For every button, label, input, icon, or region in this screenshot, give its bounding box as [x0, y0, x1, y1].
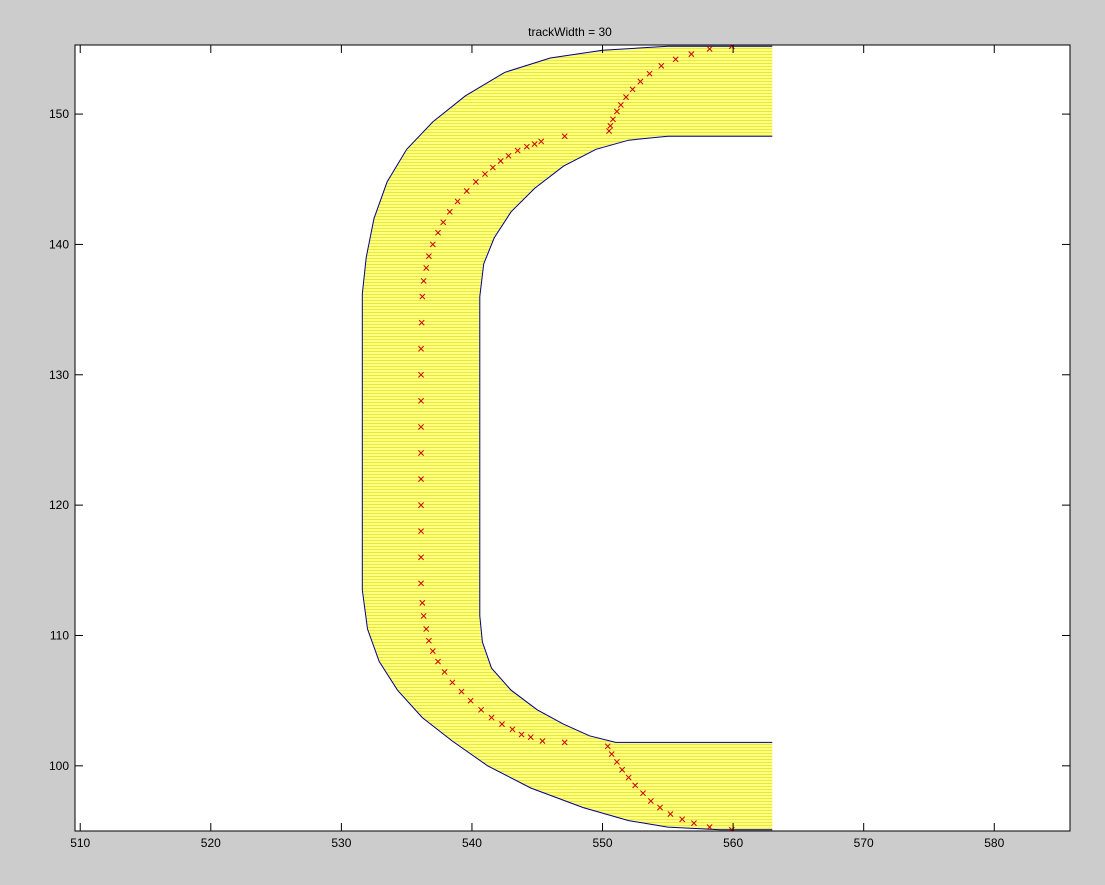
y-tick-label: 130 — [49, 368, 69, 382]
x-tick-label: 550 — [593, 836, 613, 850]
x-tick-label: 540 — [462, 836, 482, 850]
plot-canvas: 510 520 530 540 550 560 570 580 100 110 120 130 140… — [49, 25, 1071, 850]
y-tick-label: 140 — [49, 237, 69, 251]
y-tick-label: 150 — [49, 107, 69, 121]
axes-background — [75, 45, 1070, 831]
y-tick-label: 100 — [49, 759, 69, 773]
y-tick-label: 110 — [50, 628, 69, 642]
chart-title: trackWidth = 30 — [528, 25, 612, 39]
x-tick-label: 530 — [331, 836, 351, 850]
x-tick-label: 560 — [723, 836, 743, 850]
x-tick-label: 580 — [984, 836, 1004, 850]
x-tick-label: 510 — [70, 836, 90, 850]
figure-window: 510 520 530 540 550 560 570 580 100 110 120 130 140… — [0, 0, 1105, 885]
y-tick-label: 120 — [49, 498, 69, 512]
x-tick-label: 520 — [201, 836, 221, 850]
x-tick-label: 570 — [854, 836, 874, 850]
